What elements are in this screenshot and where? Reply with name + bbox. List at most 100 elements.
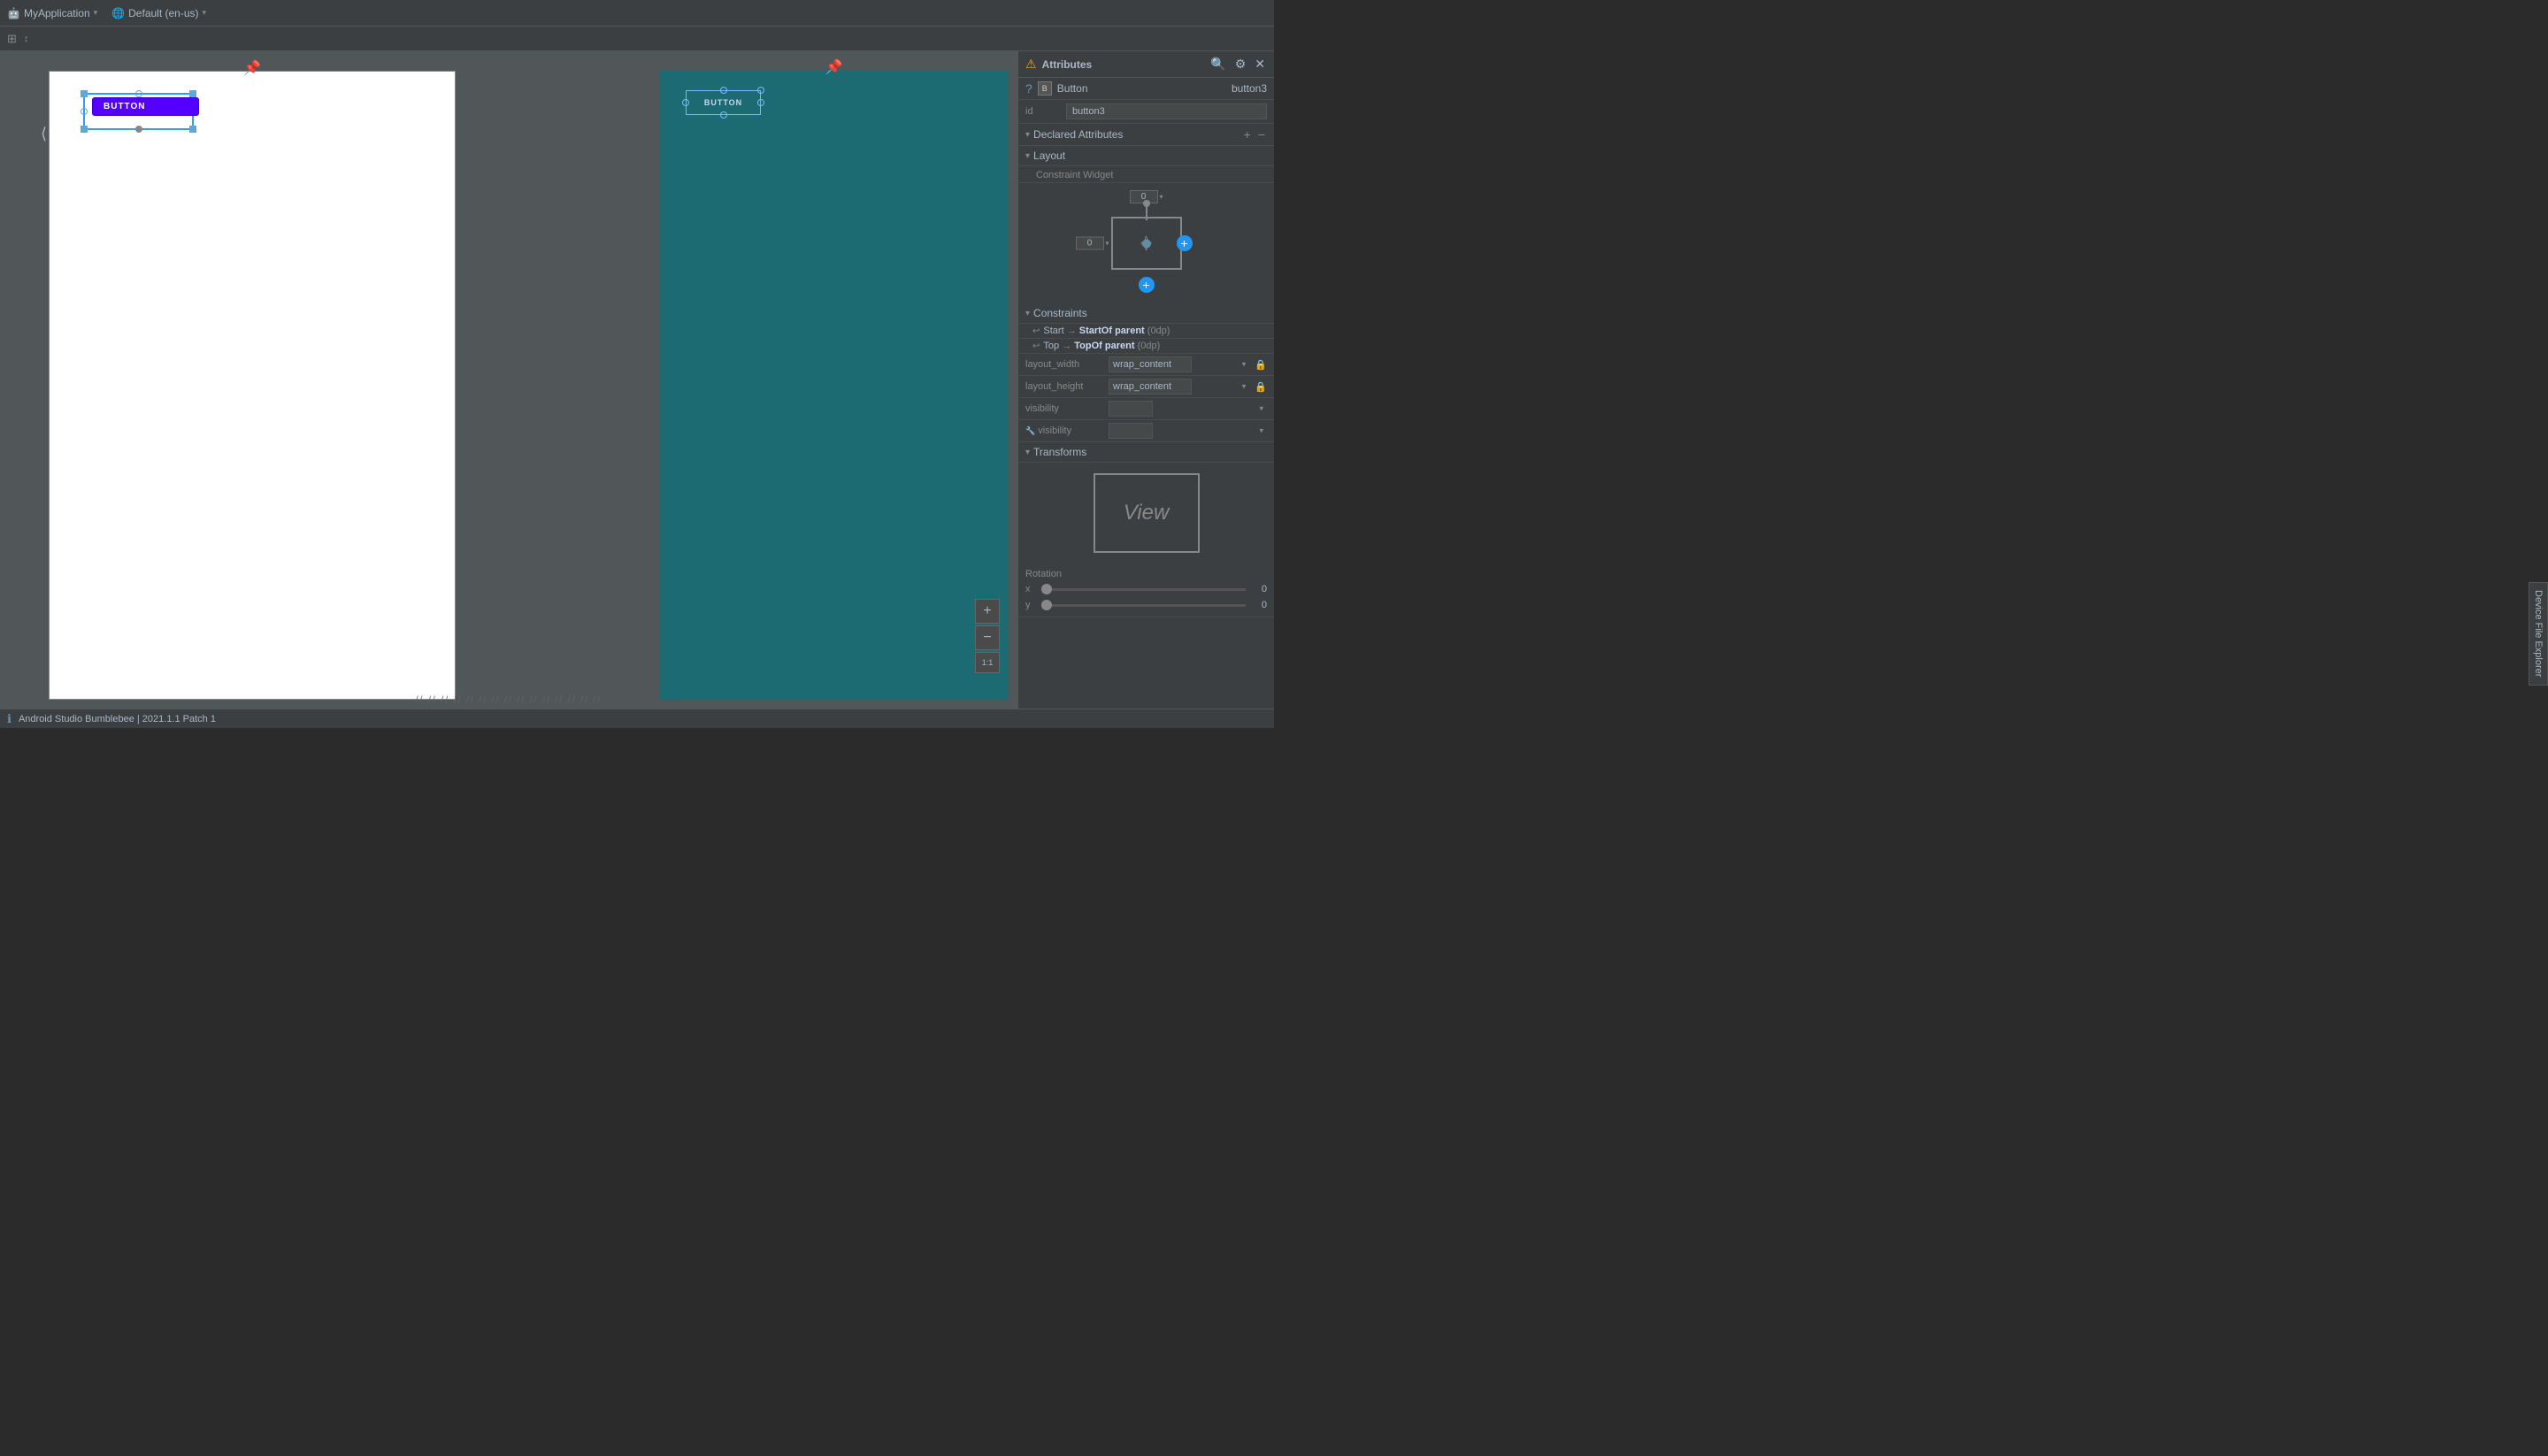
zoom-ratio[interactable]: 1:1 (975, 652, 1000, 673)
widget-left: ? B Button (1025, 81, 1088, 96)
status-message: Android Studio Bumblebee | 2021.1.1 Patc… (19, 714, 216, 724)
rotation-y-slider[interactable] (1041, 604, 1246, 607)
layout-width-row: layout_width wrap_content match_parent m… (1018, 354, 1274, 376)
add-attribute-button[interactable]: + (1242, 127, 1253, 142)
constraint2-icon: ↩ (1032, 341, 1040, 351)
handle-corner-tr (189, 90, 196, 97)
left-margin-input-area: ▾ (1076, 237, 1109, 250)
constraint1-text: Start → StartOf parent (0dp) (1043, 326, 1267, 336)
rotation-section: Rotation x 0 y 0 (1018, 563, 1274, 617)
id-label: id (1025, 106, 1061, 117)
constraint-widget-label: Constraint Widget (1018, 166, 1274, 183)
handle-left-center (81, 108, 88, 115)
rotation-y-row: y 0 (1018, 597, 1274, 613)
transforms-toggle: ▾ (1025, 448, 1030, 457)
device-handle-corner-tr (757, 87, 764, 94)
layout-width-select[interactable]: wrap_content match_parent match_constrai… (1109, 356, 1192, 372)
transforms-section: ▾ Transforms View Rotation x 0 (1018, 442, 1274, 617)
layout-height-label: layout_height (1025, 381, 1105, 392)
config-selector[interactable]: 🌐 Default (en-us) ▾ (111, 7, 206, 19)
constraint-widget-container: ▾ ▾ « » (1018, 183, 1274, 303)
arrow-up: ∧ (1143, 234, 1149, 243)
visibility2-label: visibility (1038, 425, 1071, 436)
handle-top-center (135, 90, 142, 97)
zoom-out-button[interactable]: − (975, 625, 1000, 650)
view-transform-label: View (1124, 501, 1170, 525)
layout-label: ↕ (24, 34, 29, 44)
close-panel-button[interactable]: ✕ (1253, 55, 1267, 73)
rotation-x-label: x (1025, 584, 1038, 594)
visibility2-select[interactable]: visible invisible gone (1109, 423, 1153, 439)
remove-attribute-button[interactable]: − (1256, 127, 1267, 142)
panel-title: Attributes (1042, 58, 1093, 71)
layout-header-left: ▾ Layout (1025, 149, 1065, 162)
blueprint-button-widget[interactable]: BUTTON (92, 97, 199, 116)
visibility-select-wrapper: visible invisible gone (1109, 401, 1267, 417)
second-bar: ⊞ ↕ (0, 27, 1274, 51)
widget-row: ? B Button button3 (1018, 78, 1274, 100)
device-pin-icon: 📌 (825, 58, 843, 76)
left-margin-input[interactable] (1076, 237, 1104, 250)
device-handle-top (720, 87, 727, 94)
visibility-row: visibility visible invisible gone (1018, 398, 1274, 420)
layout-height-row: layout_height wrap_content match_parent … (1018, 376, 1274, 398)
main-layout: 📌 BUTTON ⟨ 📌 (0, 51, 1274, 709)
view-transform-container: View (1018, 463, 1274, 563)
zoom-in-button[interactable]: + (975, 599, 1000, 624)
constraint-widget: ▾ ▾ « » (1076, 190, 1217, 296)
handle-corner-br (189, 126, 196, 133)
constraints-label: Constraints (1033, 307, 1087, 319)
layout-height-lock-icon[interactable]: 🔒 (1255, 381, 1267, 393)
constraints-header[interactable]: ▾ Constraints (1018, 303, 1274, 324)
blueprint-selection: BUTTON (83, 93, 194, 130)
zoom-controls: + − 1:1 (975, 599, 1000, 673)
panel-header: ⚠ Attributes 🔍 ⚙ ✕ (1018, 51, 1274, 78)
constraints-toggle: ▾ (1025, 309, 1030, 318)
rotation-x-value: 0 (1249, 584, 1267, 594)
layout-width-label: layout_width (1025, 359, 1105, 370)
id-row: id (1018, 100, 1274, 124)
left-margin-dropdown[interactable]: ▾ (1106, 240, 1109, 248)
blueprint-panel: 📌 BUTTON ⟨ (49, 71, 456, 700)
rotation-label: Rotation (1018, 567, 1274, 581)
visibility2-select-wrapper: visible invisible gone (1109, 423, 1267, 439)
top-margin-dropdown[interactable]: ▾ (1159, 193, 1163, 201)
layout-height-select[interactable]: wrap_content match_parent match_constrai… (1109, 379, 1192, 395)
declared-attributes-header[interactable]: ▾ Declared Attributes + − (1018, 124, 1274, 146)
device-handle-right (757, 99, 764, 106)
declared-attributes-toggle: ▾ (1025, 130, 1030, 140)
cursor-indicator: ⟨ (41, 125, 47, 143)
app-selector[interactable]: 🤖 MyApplication ▾ (7, 7, 97, 19)
device-file-explorer-tab[interactable]: Device File Explorer (2529, 582, 2548, 685)
rotation-y-value: 0 (1249, 600, 1267, 610)
layout-header[interactable]: ▾ Layout (1018, 146, 1274, 166)
id-input[interactable] (1066, 103, 1267, 119)
add-bottom-constraint-button[interactable]: + (1139, 277, 1155, 293)
visibility-select[interactable]: visible invisible gone (1109, 401, 1153, 417)
layout-width-lock-icon[interactable]: 🔒 (1255, 359, 1267, 371)
rotation-x-row: x 0 (1018, 581, 1274, 597)
settings-button[interactable]: ⚙ (1233, 55, 1248, 73)
handle-bottom-center (135, 126, 142, 133)
device-button-label: BUTTON (704, 98, 742, 107)
app-name: MyApplication (24, 7, 90, 19)
layout-toggle: ▾ (1025, 151, 1030, 161)
canvas-diagonal: // // // // // // // // // // // // // /… (0, 691, 1017, 709)
canvas-area[interactable]: 📌 BUTTON ⟨ 📌 (0, 51, 1017, 709)
search-button[interactable]: 🔍 (1209, 55, 1227, 73)
layout-width-select-wrapper: wrap_content match_parent match_constrai… (1109, 356, 1249, 372)
view-transform-box: View (1094, 473, 1200, 553)
transforms-label: Transforms (1033, 446, 1086, 458)
declared-attributes-label: Declared Attributes (1033, 128, 1123, 141)
visibility2-row: 🔧 visibility visible invisible gone (1018, 420, 1274, 442)
rotation-y-label: y (1025, 600, 1038, 610)
transforms-header[interactable]: ▾ Transforms (1018, 442, 1274, 463)
handle-corner-tl (81, 90, 88, 97)
blueprint-pin-icon: 📌 (243, 59, 261, 77)
constraint1-icon: ↩ (1032, 326, 1040, 336)
rotation-x-slider[interactable] (1041, 588, 1246, 591)
device-button-widget: BUTTON (686, 90, 761, 115)
device-handle-bottom (720, 111, 727, 119)
widget-id: button3 (1232, 82, 1267, 95)
add-right-constraint-button[interactable]: + (1177, 235, 1193, 251)
